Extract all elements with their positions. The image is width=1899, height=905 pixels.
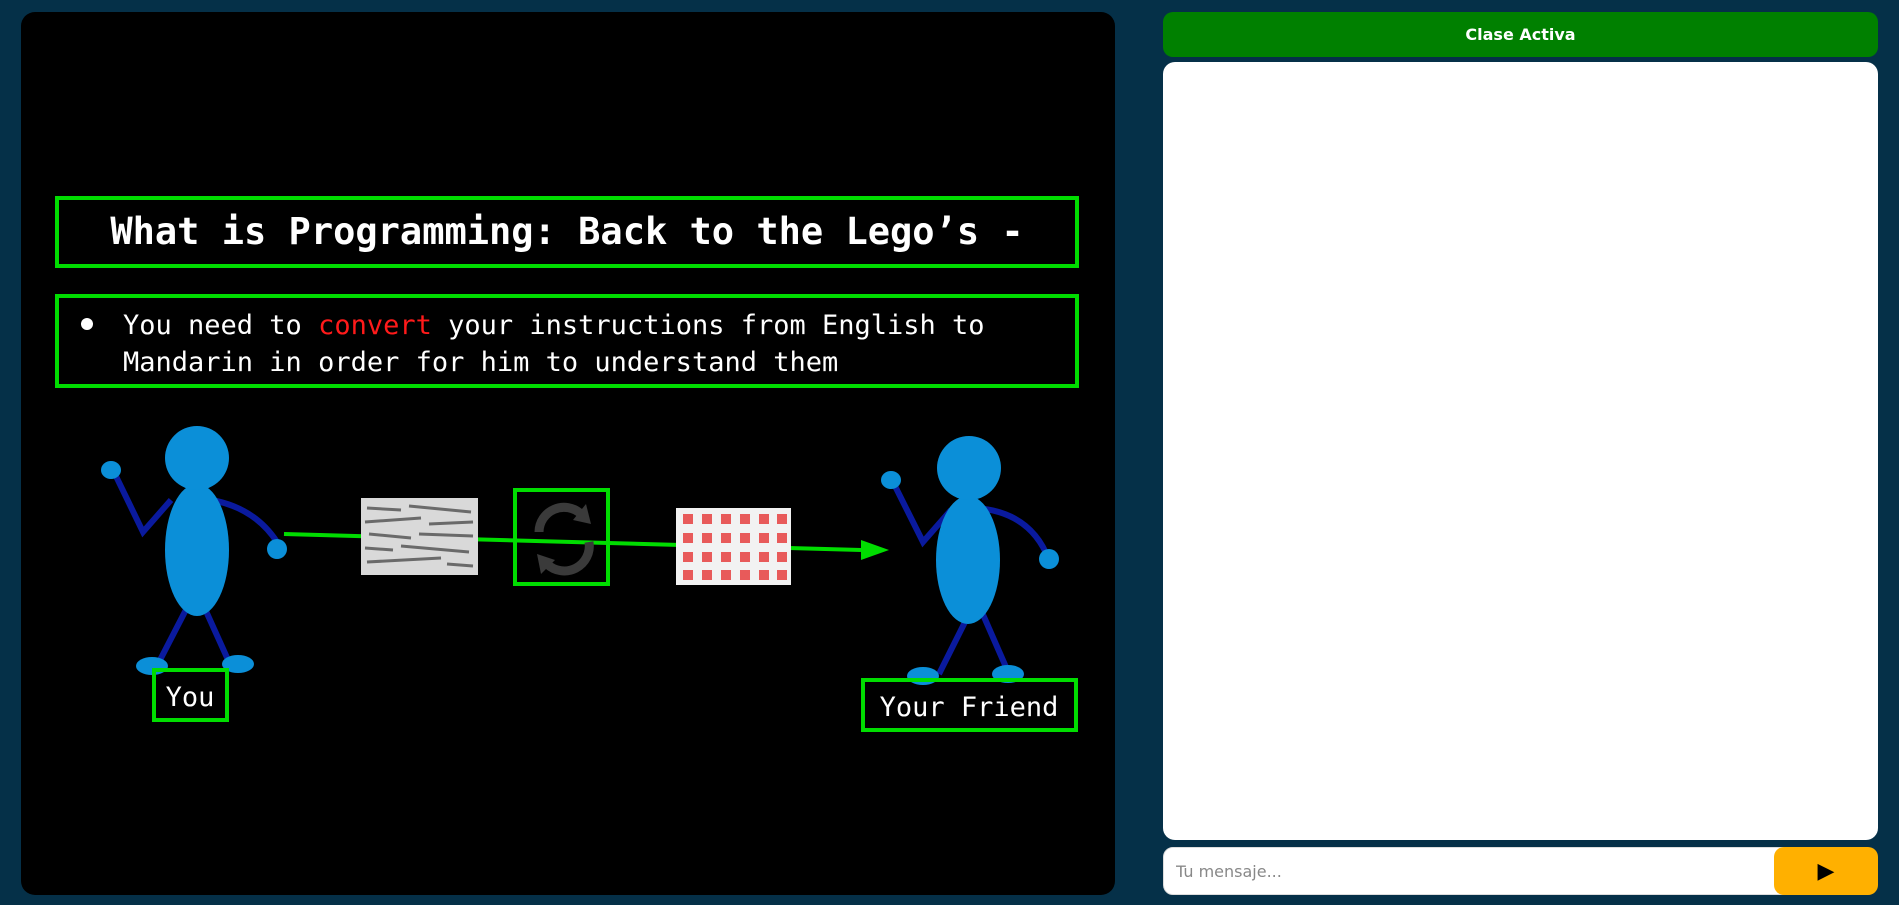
- label-friend: Your Friend: [880, 692, 1059, 723]
- bullet-highlight: convert: [318, 310, 432, 341]
- send-button[interactable]: ▶: [1774, 847, 1878, 895]
- bullet-dot: [81, 318, 93, 330]
- bullet-line-2: Mandarin in order for him to understand …: [123, 347, 838, 378]
- bullet-text-a: You need to: [123, 310, 318, 341]
- slide-canvas: What is Programming: Back to the Lego’s …: [55, 196, 1079, 732]
- english-text-image: [361, 498, 478, 575]
- class-status-header: Clase Activa: [1163, 12, 1878, 57]
- label-you: You: [166, 682, 215, 713]
- figure-you: [101, 426, 287, 675]
- arrow-head: [861, 540, 889, 560]
- chat-messages-area[interactable]: [1163, 62, 1878, 840]
- figure-friend: [881, 436, 1059, 685]
- message-input[interactable]: [1163, 847, 1868, 895]
- bullet-text-c: your instructions from English to: [432, 310, 985, 341]
- send-icon: ▶: [1817, 858, 1835, 883]
- bullet-line-1: You need to convert your instructions fr…: [123, 310, 985, 341]
- slide-title: What is Programming: Back to the Lego’s …: [110, 210, 1023, 253]
- presentation-slide: What is Programming: Back to the Lego’s …: [21, 12, 1115, 895]
- mandarin-chart-image: [676, 508, 791, 585]
